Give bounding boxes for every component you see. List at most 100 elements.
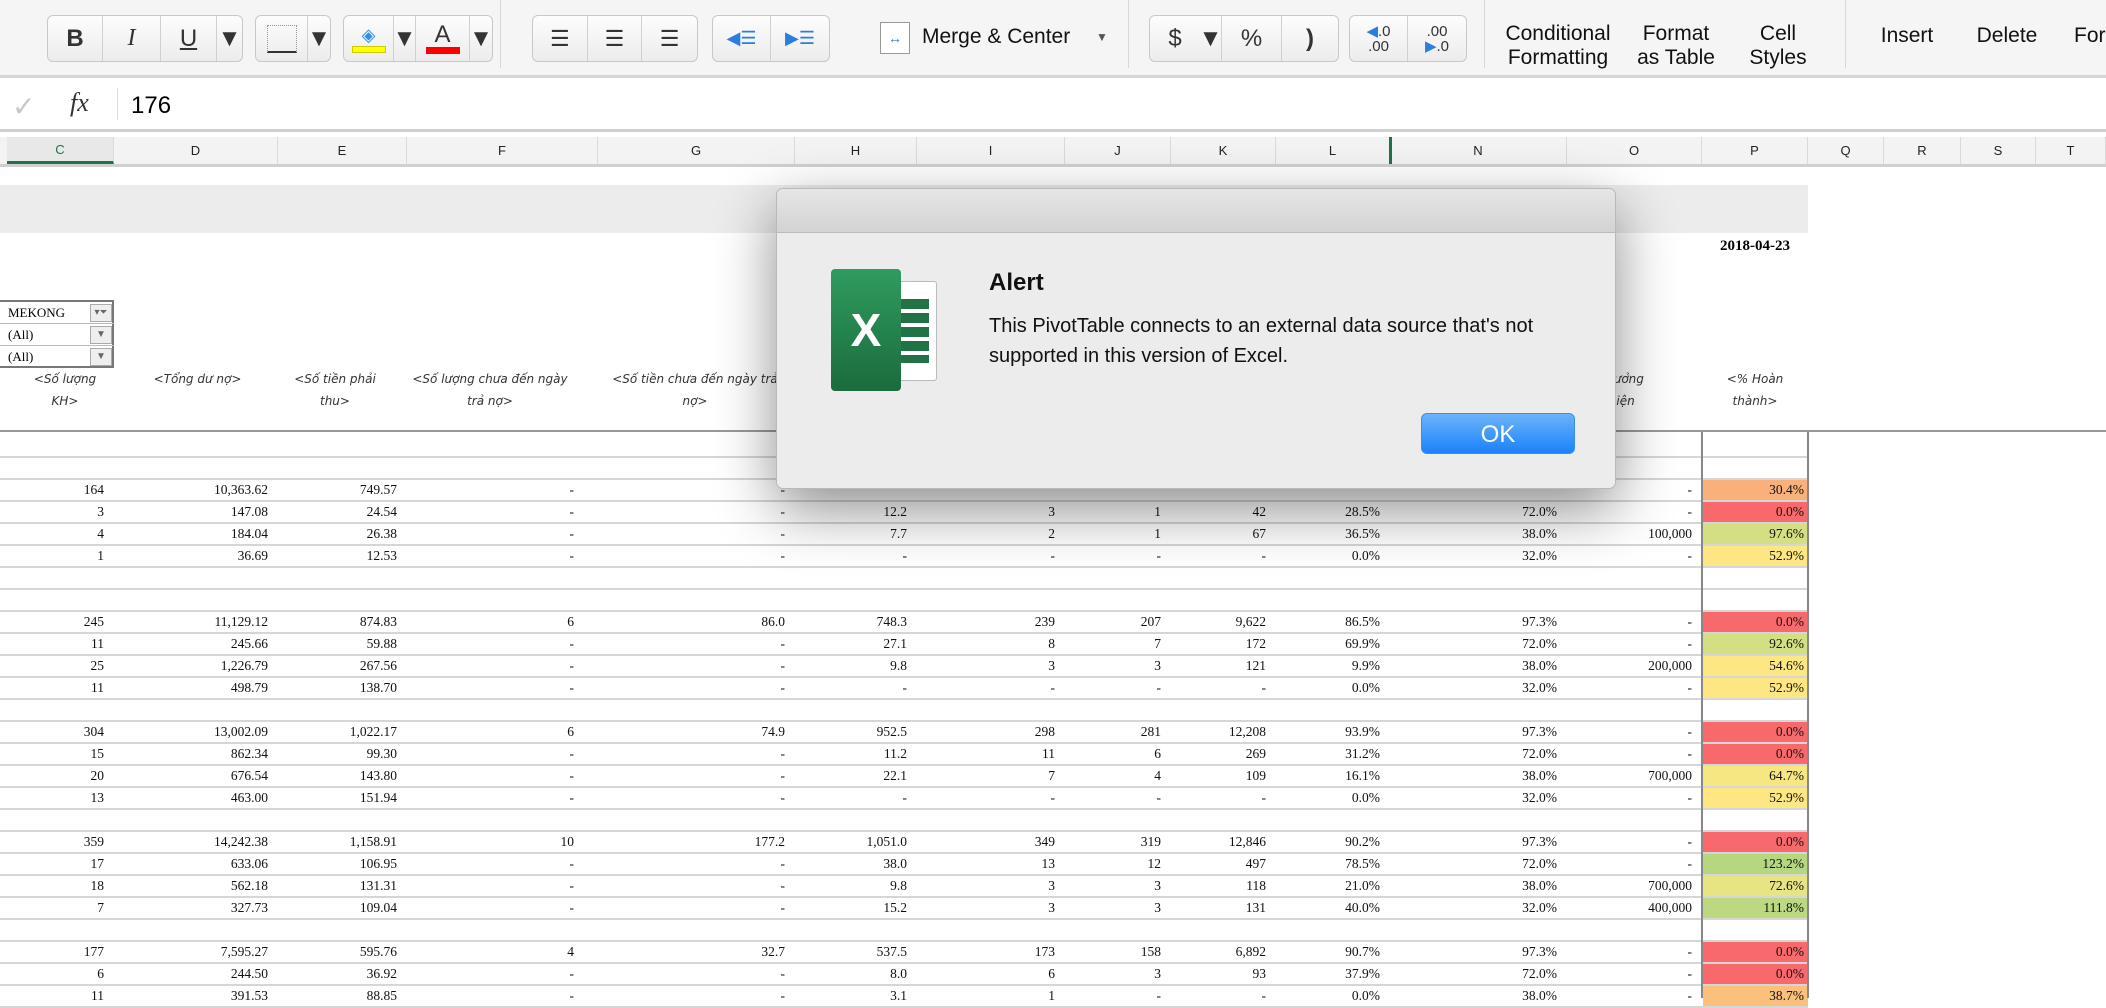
table-cell[interactable]: 36.5% bbox=[1276, 524, 1390, 544]
table-cell[interactable]: 131.31 bbox=[278, 876, 407, 896]
table-cell[interactable]: 1,158.91 bbox=[278, 832, 407, 852]
table-cell[interactable]: - bbox=[917, 678, 1065, 698]
table-cell[interactable]: 158 bbox=[1065, 942, 1171, 962]
table-cell[interactable]: 173 bbox=[917, 942, 1065, 962]
table-cell[interactable]: 42 bbox=[1171, 502, 1276, 522]
table-cell[interactable]: - bbox=[917, 788, 1065, 808]
table-cell[interactable]: 3 bbox=[1065, 898, 1171, 918]
table-cell[interactable]: 11.2 bbox=[795, 744, 917, 764]
table-cell[interactable]: - bbox=[407, 678, 598, 698]
table-cell[interactable]: - bbox=[407, 876, 598, 896]
table-cell[interactable]: 748.3 bbox=[795, 612, 917, 632]
table-cell[interactable]: 12.53 bbox=[278, 546, 407, 566]
table-cell[interactable]: 7.7 bbox=[795, 524, 917, 544]
table-cell[interactable]: - bbox=[598, 524, 795, 544]
table-cell[interactable]: 36.69 bbox=[114, 546, 278, 566]
table-cell[interactable]: 562.18 bbox=[114, 876, 278, 896]
table-cell[interactable]: - bbox=[598, 986, 795, 1006]
table-cell[interactable]: - bbox=[598, 964, 795, 984]
table-cell[interactable]: 99.30 bbox=[278, 744, 407, 764]
table-cell[interactable]: 69.9% bbox=[1276, 634, 1390, 654]
table-cell[interactable]: 633.06 bbox=[114, 854, 278, 874]
table-cell[interactable]: 498.79 bbox=[114, 678, 278, 698]
table-cell[interactable]: 131 bbox=[1171, 898, 1276, 918]
filter-region[interactable]: MEKONG ▾⏷ bbox=[0, 302, 114, 324]
table-cell[interactable]: - bbox=[1567, 722, 1702, 742]
table-cell[interactable]: 11 bbox=[7, 634, 114, 654]
table-cell[interactable]: 11 bbox=[917, 744, 1065, 764]
table-cell[interactable]: 20 bbox=[7, 766, 114, 786]
table-cell[interactable]: - bbox=[1567, 634, 1702, 654]
table-cell[interactable]: - bbox=[407, 766, 598, 786]
pct-complete-cell[interactable]: 111.8% bbox=[1703, 898, 1808, 918]
column-header-C[interactable]: C bbox=[7, 137, 114, 164]
borders-button[interactable] bbox=[256, 16, 308, 61]
filter-funnel-icon[interactable]: ▾⏷ bbox=[90, 304, 112, 322]
table-cell[interactable]: - bbox=[1567, 678, 1702, 698]
table-cell[interactable]: 12,208 bbox=[1171, 722, 1276, 742]
pct-complete-cell[interactable]: 97.6% bbox=[1703, 524, 1808, 544]
table-cell[interactable]: 109 bbox=[1171, 766, 1276, 786]
pct-complete-cell[interactable]: 0.0% bbox=[1703, 744, 1808, 764]
table-cell[interactable]: 3 bbox=[1065, 876, 1171, 896]
column-header-T[interactable]: T bbox=[2036, 137, 2106, 164]
table-cell[interactable]: - bbox=[1567, 832, 1702, 852]
table-cell[interactable]: 304 bbox=[7, 722, 114, 742]
table-cell[interactable]: 327.73 bbox=[114, 898, 278, 918]
table-cell[interactable]: - bbox=[407, 656, 598, 676]
table-cell[interactable]: 281 bbox=[1065, 722, 1171, 742]
table-cell[interactable]: - bbox=[1567, 546, 1702, 566]
table-cell[interactable]: 13 bbox=[917, 854, 1065, 874]
table-cell[interactable]: 349 bbox=[917, 832, 1065, 852]
table-cell[interactable]: - bbox=[795, 788, 917, 808]
table-cell[interactable]: - bbox=[1567, 612, 1702, 632]
table-cell[interactable]: - bbox=[407, 986, 598, 1006]
table-cell[interactable]: 391.53 bbox=[114, 986, 278, 1006]
column-header-L[interactable]: L bbox=[1276, 137, 1390, 164]
table-cell[interactable]: - bbox=[598, 788, 795, 808]
table-cell[interactable]: 24.54 bbox=[278, 502, 407, 522]
table-cell[interactable]: 874.83 bbox=[278, 612, 407, 632]
table-cell[interactable]: 109.04 bbox=[278, 898, 407, 918]
table-cell[interactable]: 11,129.12 bbox=[114, 612, 278, 632]
table-cell[interactable]: 862.34 bbox=[114, 744, 278, 764]
table-cell[interactable]: 143.80 bbox=[278, 766, 407, 786]
column-header-H[interactable]: H bbox=[795, 137, 917, 164]
table-cell[interactable]: 9.8 bbox=[795, 656, 917, 676]
table-cell[interactable]: 0.0% bbox=[1276, 788, 1390, 808]
table-cell[interactable]: 8.0 bbox=[795, 964, 917, 984]
fx-icon[interactable]: fx bbox=[70, 88, 89, 118]
table-cell[interactable]: - bbox=[1171, 986, 1276, 1006]
table-cell[interactable]: 3 bbox=[1065, 656, 1171, 676]
table-cell[interactable]: - bbox=[407, 480, 598, 500]
align-center-button[interactable]: ☰ bbox=[588, 16, 643, 61]
table-cell[interactable]: 9.8 bbox=[795, 876, 917, 896]
table-cell[interactable]: 93 bbox=[1171, 964, 1276, 984]
table-cell[interactable]: 7 bbox=[1065, 634, 1171, 654]
column-header-S[interactable]: S bbox=[1961, 137, 2036, 164]
increase-decimal-button[interactable]: ◀.0.00 bbox=[1350, 16, 1408, 61]
table-cell[interactable]: 4 bbox=[407, 942, 598, 962]
table-cell[interactable]: 38.0 bbox=[795, 854, 917, 874]
table-cell[interactable]: - bbox=[407, 634, 598, 654]
table-cell[interactable]: 200,000 bbox=[1567, 656, 1702, 676]
table-cell[interactable]: 239 bbox=[917, 612, 1065, 632]
table-cell[interactable]: - bbox=[598, 744, 795, 764]
table-cell[interactable]: 12,846 bbox=[1171, 832, 1276, 852]
table-cell[interactable]: - bbox=[1567, 744, 1702, 764]
column-header-R[interactable]: R bbox=[1884, 137, 1961, 164]
table-cell[interactable]: - bbox=[1065, 986, 1171, 1006]
table-cell[interactable]: 0.0% bbox=[1276, 986, 1390, 1006]
bold-button[interactable]: B bbox=[48, 16, 103, 61]
checkmark-icon[interactable]: ✓ bbox=[12, 90, 35, 123]
table-cell[interactable]: 36.92 bbox=[278, 964, 407, 984]
table-cell[interactable]: - bbox=[598, 480, 795, 500]
table-cell[interactable]: 319 bbox=[1065, 832, 1171, 852]
table-cell[interactable]: 3 bbox=[917, 898, 1065, 918]
table-cell[interactable]: - bbox=[598, 876, 795, 896]
table-cell[interactable]: - bbox=[1567, 942, 1702, 962]
table-cell[interactable]: 11 bbox=[7, 986, 114, 1006]
font-color-dropdown-icon[interactable]: ▼ bbox=[469, 16, 493, 61]
table-cell[interactable]: 74.9 bbox=[598, 722, 795, 742]
table-cell[interactable]: 100,000 bbox=[1567, 524, 1702, 544]
